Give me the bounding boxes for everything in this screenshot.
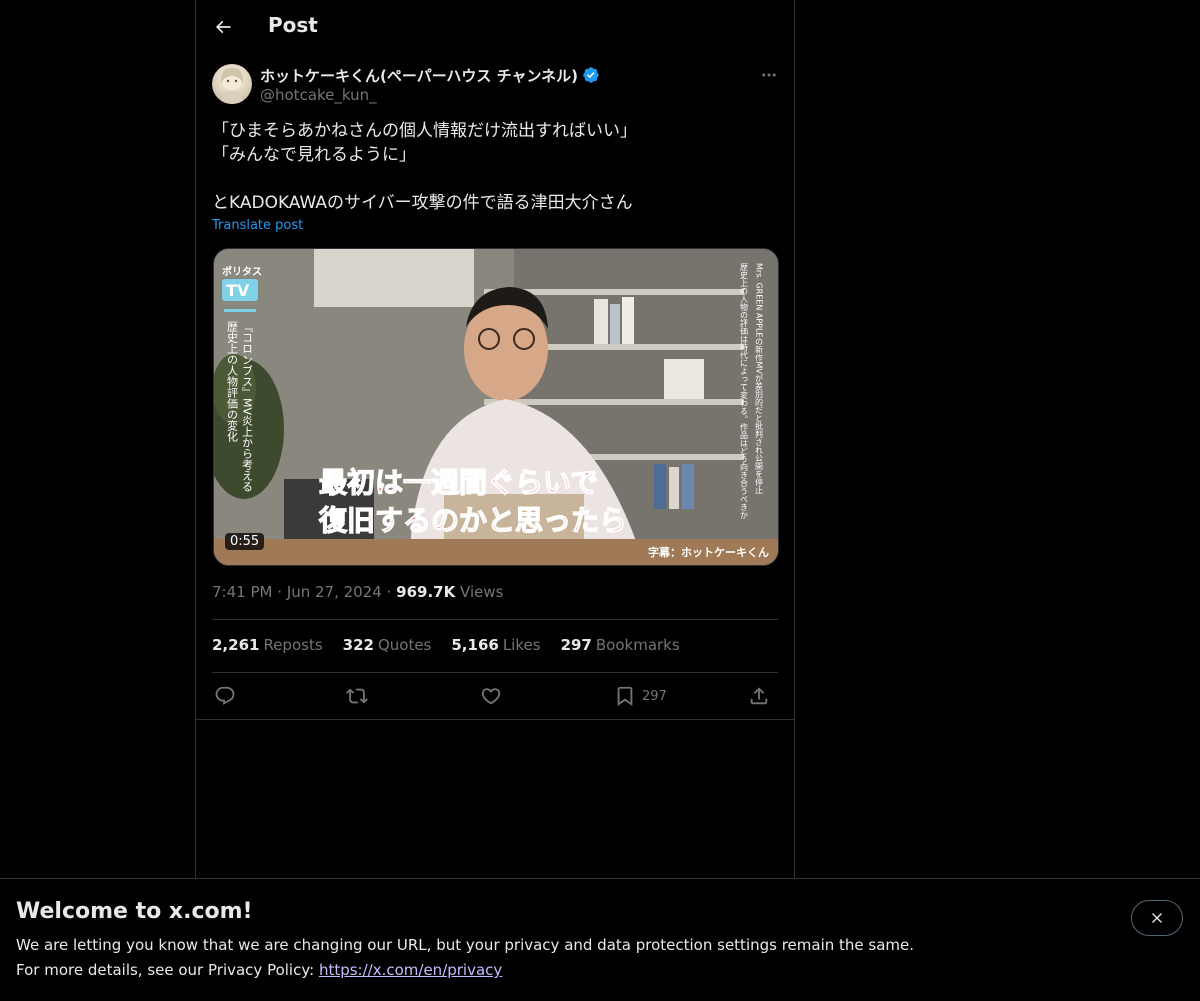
back-button[interactable]	[208, 10, 238, 44]
video-player[interactable]: ポリタス TV 『コロンブス』MV炎上から考える 歴史上の人物評価の変化 Mrs…	[213, 248, 779, 566]
video-thumbnail: ポリタス TV 『コロンブス』MV炎上から考える 歴史上の人物評価の変化 Mrs…	[214, 249, 778, 565]
bookmarks-stat[interactable]: 297 Bookmarks	[561, 636, 680, 654]
video-left-caption-2: 歴史上の人物評価の変化	[226, 321, 239, 443]
more-dots-icon	[762, 73, 776, 77]
likes-label: Likes	[502, 636, 541, 654]
bookmark-button[interactable]: 297	[614, 683, 667, 709]
banner-text: We are letting you know that we are chan…	[16, 936, 915, 954]
repost-icon	[346, 688, 368, 704]
main-column: Post ホットケーキくん(ペーパーハウス チャンネル) @hotcake_ku…	[195, 0, 795, 878]
video-duration: 0:55	[225, 533, 265, 550]
video-logo-small: ポリタス	[222, 265, 262, 278]
page-title: Post	[268, 13, 318, 37]
likes-count: 5,166	[451, 636, 499, 654]
welcome-banner: Welcome to x.com! We are letting you kno…	[0, 878, 1200, 1001]
reply-button[interactable]	[214, 683, 236, 709]
likes-stat[interactable]: 5,166 Likes	[451, 636, 540, 654]
heart-icon	[481, 688, 501, 705]
views-label: Views	[460, 583, 504, 601]
reposts-label: Reposts	[263, 636, 323, 654]
verified-badge-icon	[583, 67, 599, 83]
bookmark-icon	[617, 686, 633, 707]
reposts-count: 2,261	[212, 636, 260, 654]
close-banner-button[interactable]	[1131, 900, 1183, 936]
video-right-caption-2: 歴史上の人物の評価は時代によって変わる。作品はどう向き合うべきか	[740, 263, 749, 519]
video-subtitle-line-1: 最初は一週間ぐらいで	[319, 466, 598, 499]
arrow-left-icon	[215, 20, 231, 34]
banner-privacy-line: For more details, see our Privacy Policy…	[16, 961, 502, 979]
post-stats: 2,261 Reposts 322 Quotes 5,166 Likes 297 Boo…	[212, 636, 680, 654]
reply-icon	[215, 686, 235, 705]
post-text-line: 「ひまそらあかねさんの個人情報だけ流出すればいい」	[212, 121, 637, 141]
author-name-text[interactable]: ホットケーキくん(ペーパーハウス チャンネル)	[260, 65, 578, 86]
post-text-line: とKADOKAWAのサイバー攻撃の件で語る津田大介さん	[212, 193, 633, 213]
banner-title: Welcome to x.com!	[16, 899, 253, 924]
repost-button[interactable]	[346, 683, 368, 709]
author-handle[interactable]: @hotcake_kun_	[260, 86, 377, 104]
post-text: 「ひまそらあかねさんの個人情報だけ流出すればいい」 「みんなで見れるように」 と…	[212, 119, 778, 215]
reposts-stat[interactable]: 2,261 Reposts	[212, 636, 323, 654]
avatar[interactable]	[212, 64, 252, 104]
post-date[interactable]: Jun 27, 2024	[287, 583, 382, 601]
quotes-label: Quotes	[377, 636, 432, 654]
quotes-stat[interactable]: 322 Quotes	[343, 636, 432, 654]
bookmarks-label: Bookmarks	[595, 636, 680, 654]
video-right-caption-1: Mrs. GREEN APPLEの新作MVが差別的だと批判され公開を停止	[755, 263, 764, 494]
close-icon	[1152, 913, 1162, 923]
views-count: 969.7K	[396, 583, 456, 601]
top-bar: Post	[196, 0, 794, 53]
video-logo-tv: TV	[226, 281, 250, 300]
author-name[interactable]: ホットケーキくん(ペーパーハウス チャンネル)	[260, 64, 600, 86]
quotes-count: 322	[342, 636, 374, 654]
meta-separator: ·	[386, 583, 392, 601]
more-options-button[interactable]	[754, 64, 784, 86]
meta-separator: ·	[277, 583, 283, 601]
banner-privacy-prefix: For more details, see our Privacy Policy…	[16, 961, 319, 979]
bookmarks-count: 297	[560, 636, 592, 654]
translate-post-link[interactable]: Translate post	[212, 218, 303, 233]
post-text-line: 「みんなで見れるように」	[212, 145, 416, 165]
bookmark-count: 297	[642, 688, 667, 704]
post-time[interactable]: 7:41 PM	[212, 583, 272, 601]
action-bar: 297	[212, 683, 778, 709]
divider	[212, 619, 778, 620]
divider	[212, 672, 778, 673]
share-icon	[750, 687, 768, 705]
video-credit: 字幕：ホットケーキくん	[648, 545, 769, 559]
like-button[interactable]	[480, 683, 502, 709]
video-subtitle-line-2: 復旧するのかと思ったら	[318, 504, 627, 537]
video-left-caption-1: 『コロンブス』MV炎上から考える	[241, 321, 254, 492]
post-meta: 7:41 PM · Jun 27, 2024 · 969.7K Views	[212, 583, 503, 601]
share-button[interactable]	[748, 683, 770, 709]
post-text-line	[212, 167, 778, 191]
privacy-policy-link[interactable]: https://x.com/en/privacy	[319, 961, 502, 979]
divider	[196, 719, 794, 720]
